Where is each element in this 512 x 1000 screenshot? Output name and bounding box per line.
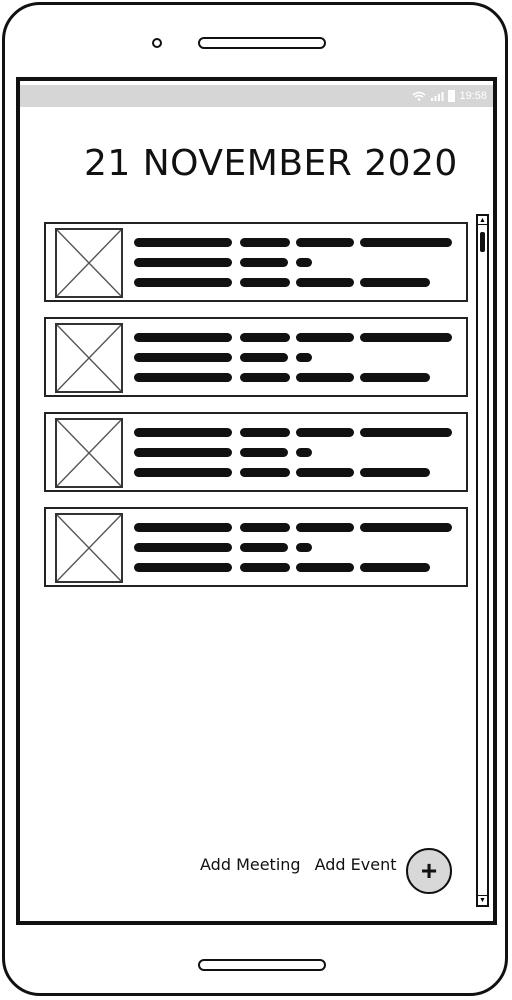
wifi-icon — [412, 91, 426, 101]
image-placeholder-icon — [55, 418, 123, 488]
list-item[interactable] — [44, 412, 468, 492]
status-time: 19:58 — [459, 90, 487, 102]
add-event-button[interactable]: Add Event — [315, 855, 397, 874]
status-bar: 19:58 — [20, 85, 493, 107]
action-links: Add Meeting Add Event — [200, 855, 396, 874]
plus-icon: + — [420, 855, 438, 886]
scrollbar[interactable]: ▲ ▼ — [476, 214, 489, 907]
add-fab-button[interactable]: + — [406, 848, 452, 894]
image-placeholder-icon — [55, 228, 123, 298]
screen: 19:58 21 NOVEMBER 2020 ▲ ▼ Add Meeting A… — [16, 77, 497, 925]
scribbled-text — [134, 519, 459, 579]
scribbled-text — [134, 424, 459, 484]
page-title: 21 NOVEMBER 2020 — [84, 143, 458, 184]
list-item[interactable] — [44, 317, 468, 397]
status-icons: 19:58 — [412, 87, 487, 105]
scroll-up-icon[interactable]: ▲ — [478, 216, 487, 225]
home-button[interactable] — [198, 959, 326, 971]
add-meeting-button[interactable]: Add Meeting — [200, 855, 301, 874]
scribbled-text — [134, 329, 459, 389]
speaker-grille — [198, 37, 326, 49]
signal-icon — [431, 92, 444, 101]
scribbled-text — [134, 234, 459, 294]
list-item[interactable] — [44, 222, 468, 302]
image-placeholder-icon — [55, 323, 123, 393]
event-list — [44, 222, 470, 602]
scroll-thumb[interactable] — [480, 232, 485, 252]
list-item[interactable] — [44, 507, 468, 587]
camera-icon — [152, 38, 162, 48]
image-placeholder-icon — [55, 513, 123, 583]
scroll-down-icon[interactable]: ▼ — [478, 895, 487, 905]
battery-icon — [448, 90, 456, 102]
